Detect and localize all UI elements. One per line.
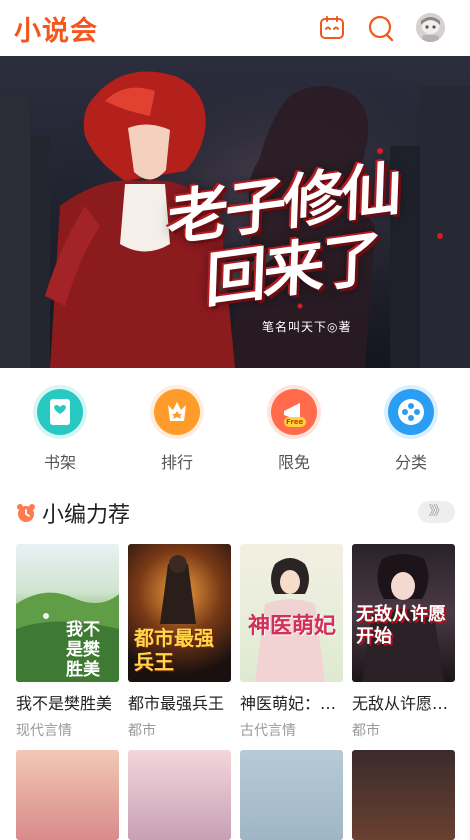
nav-ranking[interactable]: 排行 xyxy=(137,385,217,473)
book-cover-partial[interactable] xyxy=(128,750,231,840)
search-icon[interactable] xyxy=(367,14,395,42)
quick-nav: 书架 排行 Free 限免 分类 xyxy=(0,385,470,475)
banner-author: 笔名叫天下◎著 xyxy=(262,320,352,334)
book-category: 都市 xyxy=(128,723,156,739)
section-title: 小编力荐 xyxy=(42,503,131,528)
book-cover-title: 神医萌妃 xyxy=(248,614,337,639)
history-icon[interactable] xyxy=(318,14,346,42)
nav-category[interactable]: 分类 xyxy=(371,385,451,473)
book-title: 都市最强兵王 xyxy=(128,694,225,713)
book-cover: 无敌从许愿开始 xyxy=(352,544,455,682)
book-title: 我不是樊胜美 xyxy=(16,694,113,713)
nav-free[interactable]: Free 限免 xyxy=(254,385,334,473)
book-cover-title: 我不是樊胜美 xyxy=(66,620,100,680)
app-logo[interactable]: 小说会 xyxy=(14,9,98,48)
book-category: 都市 xyxy=(352,723,380,739)
nav-bookshelf[interactable]: 书架 xyxy=(20,385,100,473)
book-cover: 都市最强兵王 xyxy=(128,544,231,682)
book-category: 古代言情 xyxy=(240,723,296,739)
section-header-recommend: 小编力荐 》》 xyxy=(0,497,470,531)
book-cover-partial[interactable] xyxy=(352,750,455,840)
category-icon xyxy=(384,385,438,439)
more-button[interactable]: 》》 xyxy=(418,501,455,523)
book-card[interactable]: 神医萌妃 神医萌妃：王爷抱一抱 古代言情 xyxy=(240,544,343,740)
book-card[interactable]: 无敌从许愿开始 无敌从许愿开始 都市 xyxy=(352,544,455,740)
avatar[interactable] xyxy=(416,13,445,42)
free-icon: Free xyxy=(267,385,321,439)
book-card[interactable]: 我不是樊胜美 我不是樊胜美 现代言情 xyxy=(16,544,119,740)
book-cover: 我不是樊胜美 xyxy=(16,544,119,682)
book-title: 无敌从许愿开始 xyxy=(352,694,455,713)
book-title: 神医萌妃：王爷抱一抱 xyxy=(240,694,343,713)
book-cover-partial[interactable] xyxy=(16,750,119,840)
nav-category-label: 分类 xyxy=(394,453,427,472)
book-cover-title: 都市最强兵王 xyxy=(134,626,214,674)
alarm-icon xyxy=(16,503,36,523)
bookshelf-icon xyxy=(33,385,87,439)
book-card[interactable]: 都市最强兵王 都市最强兵王 都市 xyxy=(128,544,231,740)
app-header: 小说会 xyxy=(0,0,470,56)
nav-ranking-label: 排行 xyxy=(160,453,193,472)
featured-banner[interactable]: 老子修仙 回来了 笔名叫天下◎著 xyxy=(0,56,470,368)
ranking-icon xyxy=(150,385,204,439)
banner-title: 老子修仙 回来了 xyxy=(164,154,400,317)
free-badge: Free xyxy=(286,418,304,426)
nav-free-label: 限免 xyxy=(277,453,310,472)
book-cover-partial[interactable] xyxy=(240,750,343,840)
book-cover: 神医萌妃 xyxy=(240,544,343,682)
book-category: 现代言情 xyxy=(16,723,72,739)
book-cover-title: 无敌从许愿开始 xyxy=(356,604,446,647)
nav-bookshelf-label: 书架 xyxy=(43,453,76,472)
